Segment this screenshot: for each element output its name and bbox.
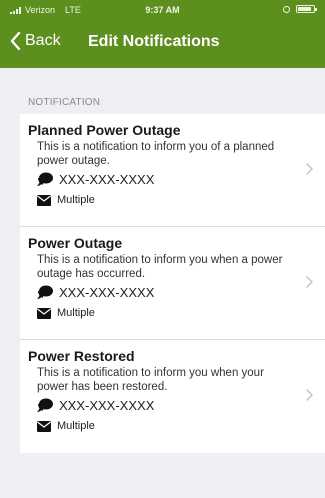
notification-title: Power Restored — [28, 348, 135, 364]
chat-phone-icon — [37, 285, 53, 300]
status-bar: Verizon LTE 9:37 AM — [0, 0, 325, 20]
app-header: Verizon LTE 9:37 AM Back Edit Notificati… — [0, 0, 325, 68]
email-setting: Multiple — [57, 307, 95, 319]
envelope-icon — [37, 420, 51, 432]
chevron-right-icon — [306, 162, 313, 180]
alarm-icon — [283, 5, 290, 13]
chevron-left-icon — [10, 32, 21, 50]
chevron-right-icon — [306, 275, 313, 293]
section-header: NOTIFICATION — [28, 97, 101, 108]
notification-description: This is a notification to inform you of … — [37, 141, 275, 167]
notification-row-planned-outage[interactable]: Planned Power Outage This is a notificat… — [20, 114, 325, 227]
phone-number: XXX-XXX-XXXX — [59, 398, 155, 413]
envelope-icon — [37, 307, 51, 319]
email-line: Multiple — [37, 420, 95, 432]
email-line: Multiple — [37, 307, 95, 319]
back-button[interactable]: Back — [10, 32, 61, 50]
notification-row-power-outage[interactable]: Power Outage This is a notification to i… — [20, 227, 325, 340]
chat-phone-icon — [37, 172, 53, 187]
page-title: Edit Notifications — [88, 33, 220, 50]
phone-line: XXX-XXX-XXXX — [37, 172, 154, 187]
status-right — [283, 5, 317, 13]
email-setting: Multiple — [57, 194, 95, 206]
email-setting: Multiple — [57, 420, 95, 432]
notification-description: This is a notification to inform you whe… — [37, 254, 283, 280]
phone-number: XXX-XXX-XXXX — [59, 285, 155, 300]
email-line: Multiple — [37, 194, 95, 206]
battery-icon — [296, 5, 317, 13]
chevron-right-icon — [306, 388, 313, 406]
nav-bar: Back Edit Notifications — [0, 28, 325, 60]
phone-line: XXX-XXX-XXXX — [37, 398, 154, 413]
notification-title: Power Outage — [28, 235, 123, 251]
notification-row-power-restored[interactable]: Power Restored This is a notification to… — [20, 340, 325, 453]
phone-number: XXX-XXX-XXXX — [59, 172, 155, 187]
envelope-icon — [37, 194, 51, 206]
chat-phone-icon — [37, 398, 53, 413]
notification-list: Planned Power Outage This is a notificat… — [20, 114, 325, 453]
notification-description: This is a notification to inform you whe… — [37, 367, 264, 393]
notification-title: Planned Power Outage — [28, 122, 181, 138]
phone-line: XXX-XXX-XXXX — [37, 285, 154, 300]
status-time: 9:37 AM — [145, 5, 180, 15]
back-label: Back — [25, 32, 61, 49]
